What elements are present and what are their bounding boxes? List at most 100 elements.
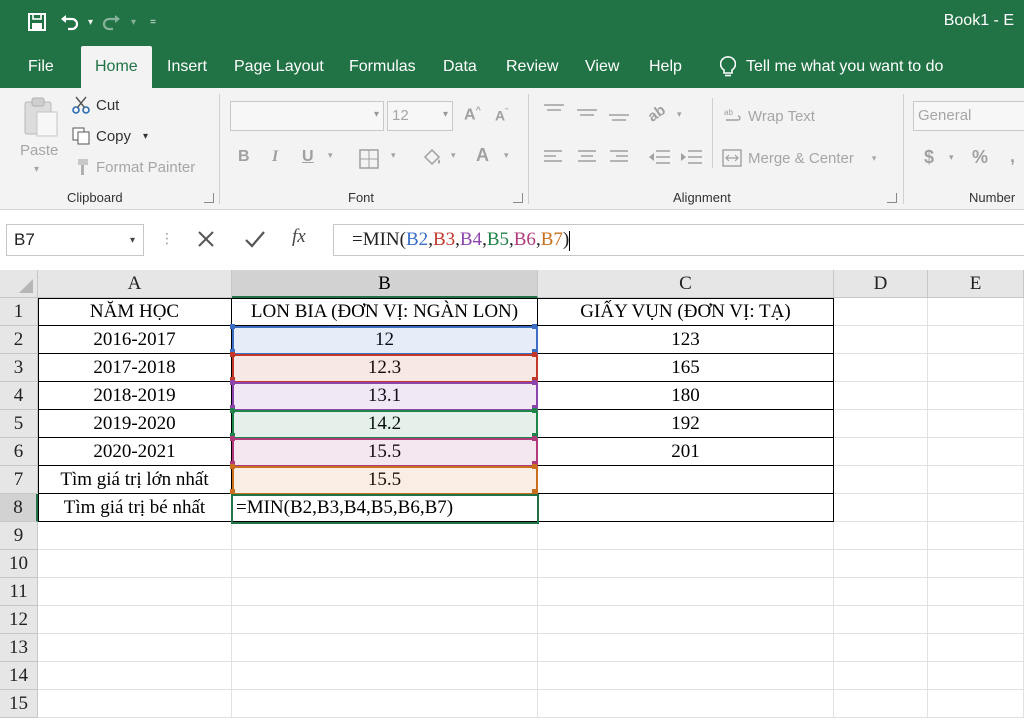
cell-c3[interactable]: 165 bbox=[538, 354, 834, 382]
cell-a5[interactable]: 2019-2020 bbox=[38, 410, 232, 438]
cell-a2[interactable]: 2016-2017 bbox=[38, 326, 232, 354]
align-left-icon[interactable] bbox=[544, 150, 562, 169]
undo-dropdown-icon[interactable]: ▾ bbox=[88, 17, 93, 28]
customize-qat-icon[interactable]: = bbox=[150, 17, 156, 28]
paste-dropdown-icon[interactable]: ▾ bbox=[34, 164, 39, 175]
cell-e13[interactable] bbox=[928, 634, 1024, 662]
cell-e12[interactable] bbox=[928, 606, 1024, 634]
increase-font-size-icon[interactable]: A^ bbox=[464, 105, 481, 124]
cell-d5[interactable] bbox=[834, 410, 928, 438]
bold-icon[interactable]: B bbox=[238, 148, 250, 166]
cell-a6[interactable]: 2020-2021 bbox=[38, 438, 232, 466]
top-align-icon[interactable] bbox=[544, 104, 564, 123]
column-header-b[interactable]: B bbox=[232, 270, 538, 298]
row-header-15[interactable]: 15 bbox=[0, 690, 38, 718]
cell-c5[interactable]: 192 bbox=[538, 410, 834, 438]
cell-d13[interactable] bbox=[834, 634, 928, 662]
currency-icon[interactable]: $ bbox=[924, 147, 934, 168]
align-center-icon[interactable] bbox=[578, 150, 596, 169]
copy-dropdown-icon[interactable]: ▾ bbox=[143, 131, 148, 142]
cell-e15[interactable] bbox=[928, 690, 1024, 718]
increase-indent-icon[interactable] bbox=[680, 149, 702, 170]
cell-b10[interactable] bbox=[232, 550, 538, 578]
cell-d14[interactable] bbox=[834, 662, 928, 690]
cell-b1[interactable]: LON BIA (ĐƠN VỊ: NGÀN LON) bbox=[232, 298, 538, 326]
cell-b7[interactable]: 15.5 bbox=[232, 466, 538, 494]
cell-a15[interactable] bbox=[38, 690, 232, 718]
name-box[interactable]: B7 ▾ bbox=[6, 224, 144, 256]
cell-e9[interactable] bbox=[928, 522, 1024, 550]
cell-a14[interactable] bbox=[38, 662, 232, 690]
cell-c13[interactable] bbox=[538, 634, 834, 662]
cell-b8[interactable]: =MIN(B2,B3,B4,B5,B6,B7) bbox=[232, 494, 538, 522]
tab-data[interactable]: Data bbox=[429, 46, 491, 88]
tab-page-layout[interactable]: Page Layout bbox=[220, 46, 338, 88]
cell-b12[interactable] bbox=[232, 606, 538, 634]
cell-c6[interactable]: 201 bbox=[538, 438, 834, 466]
format-painter-button[interactable]: Format Painter bbox=[72, 158, 195, 176]
borders-icon[interactable] bbox=[359, 149, 379, 174]
cell-d6[interactable] bbox=[834, 438, 928, 466]
cell-e7[interactable] bbox=[928, 466, 1024, 494]
cell-d8[interactable] bbox=[834, 494, 928, 522]
font-size-combo[interactable]: 12 ▾ bbox=[387, 101, 453, 131]
cell-e8[interactable] bbox=[928, 494, 1024, 522]
row-header-2[interactable]: 2 bbox=[0, 326, 38, 354]
cell-a11[interactable] bbox=[38, 578, 232, 606]
underline-dropdown-icon[interactable]: ▾ bbox=[328, 150, 333, 161]
fill-color-icon[interactable] bbox=[421, 147, 443, 174]
cell-c1[interactable]: GIẤY VỤN (ĐƠN VỊ: TẠ) bbox=[538, 298, 834, 326]
decrease-indent-icon[interactable] bbox=[648, 149, 670, 170]
tab-help[interactable]: Help bbox=[635, 46, 696, 88]
insert-function-icon[interactable]: fx bbox=[292, 226, 306, 248]
cell-c7[interactable] bbox=[538, 466, 834, 494]
row-header-11[interactable]: 11 bbox=[0, 578, 38, 606]
merge-dropdown-icon[interactable]: ▾ bbox=[872, 153, 877, 164]
comma-style-icon[interactable]: , bbox=[1010, 146, 1015, 167]
italic-icon[interactable]: I bbox=[272, 148, 278, 166]
cell-a4[interactable]: 2018-2019 bbox=[38, 382, 232, 410]
bottom-align-icon[interactable] bbox=[609, 108, 629, 127]
fill-color-dropdown-icon[interactable]: ▾ bbox=[451, 150, 456, 161]
redo-dropdown-icon[interactable]: ▾ bbox=[131, 17, 136, 28]
cell-a3[interactable]: 2017-2018 bbox=[38, 354, 232, 382]
font-color-dropdown-icon[interactable]: ▾ bbox=[504, 150, 509, 161]
cell-d1[interactable] bbox=[834, 298, 928, 326]
cut-button[interactable]: Cut bbox=[72, 96, 119, 114]
cell-e10[interactable] bbox=[928, 550, 1024, 578]
tab-insert[interactable]: Insert bbox=[153, 46, 221, 88]
paste-button[interactable]: Paste ▾ bbox=[14, 94, 64, 178]
row-header-1[interactable]: 1 bbox=[0, 298, 38, 326]
cell-d12[interactable] bbox=[834, 606, 928, 634]
cell-b4[interactable]: 13.1 bbox=[232, 382, 538, 410]
tab-view[interactable]: View bbox=[571, 46, 633, 88]
cell-e1[interactable] bbox=[928, 298, 1024, 326]
row-header-9[interactable]: 9 bbox=[0, 522, 38, 550]
cell-c15[interactable] bbox=[538, 690, 834, 718]
font-color-icon[interactable]: A bbox=[476, 145, 489, 166]
cell-b5[interactable]: 14.2 bbox=[232, 410, 538, 438]
cell-b11[interactable] bbox=[232, 578, 538, 606]
undo-icon[interactable] bbox=[56, 9, 82, 35]
cell-b13[interactable] bbox=[232, 634, 538, 662]
cell-d2[interactable] bbox=[834, 326, 928, 354]
align-right-icon[interactable] bbox=[610, 150, 628, 169]
cell-b3[interactable]: 12.3 bbox=[232, 354, 538, 382]
row-header-4[interactable]: 4 bbox=[0, 382, 38, 410]
tab-formulas[interactable]: Formulas bbox=[335, 46, 430, 88]
row-header-3[interactable]: 3 bbox=[0, 354, 38, 382]
tell-me-search[interactable]: Tell me what you want to do bbox=[706, 46, 957, 88]
cell-a12[interactable] bbox=[38, 606, 232, 634]
cell-e2[interactable] bbox=[928, 326, 1024, 354]
cell-d7[interactable] bbox=[834, 466, 928, 494]
column-header-e[interactable]: E bbox=[928, 270, 1024, 298]
row-header-14[interactable]: 14 bbox=[0, 662, 38, 690]
cell-b15[interactable] bbox=[232, 690, 538, 718]
cell-e5[interactable] bbox=[928, 410, 1024, 438]
cell-d10[interactable] bbox=[834, 550, 928, 578]
cell-a1[interactable]: NĂM HỌC bbox=[38, 298, 232, 326]
cell-c9[interactable] bbox=[538, 522, 834, 550]
currency-dropdown-icon[interactable]: ▾ bbox=[949, 152, 954, 163]
cell-c11[interactable] bbox=[538, 578, 834, 606]
orientation-dropdown-icon[interactable]: ▾ bbox=[677, 109, 682, 120]
